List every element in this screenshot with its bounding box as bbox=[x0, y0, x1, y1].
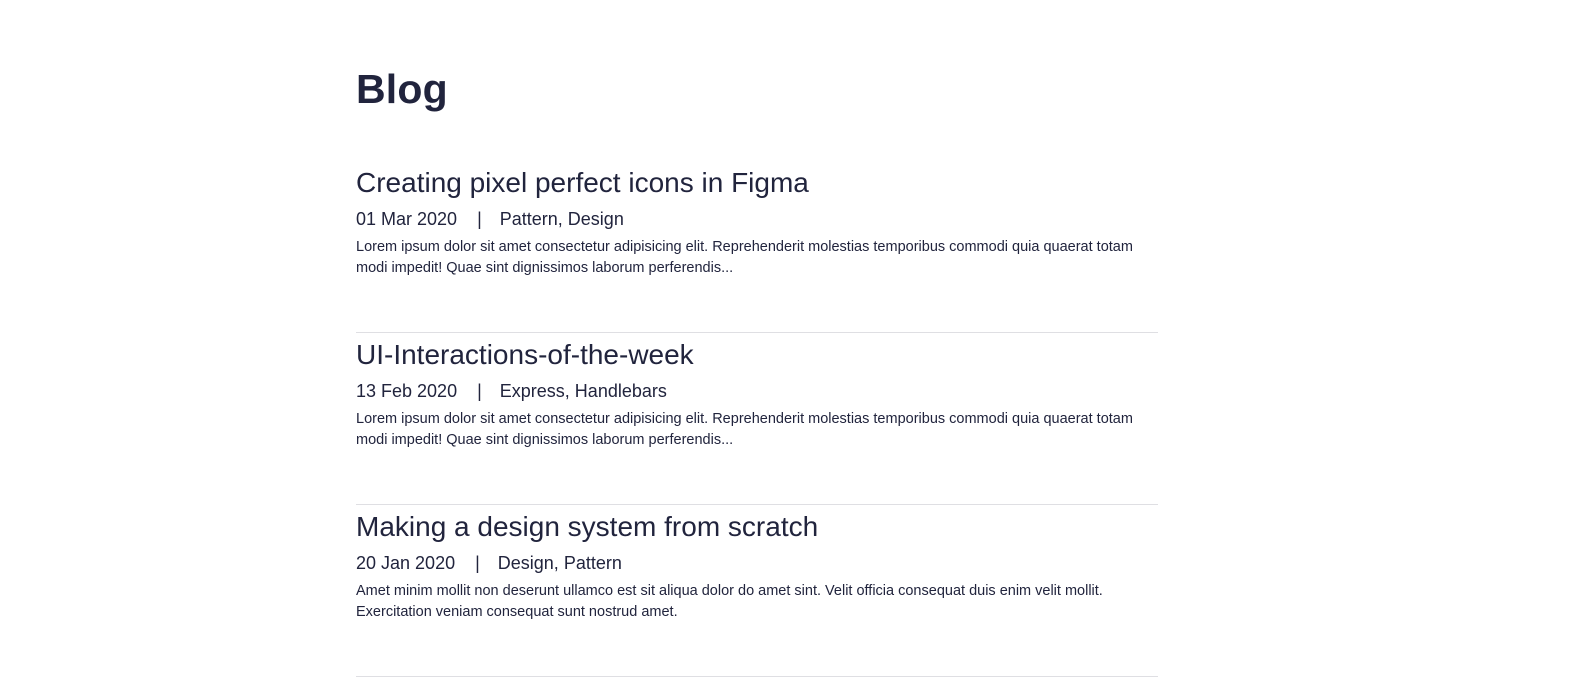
post-tags: Pattern, Design bbox=[499, 209, 624, 229]
post-list: Creating pixel perfect icons in Figma 01… bbox=[356, 162, 1158, 677]
post-title-link[interactable]: Making a design system from scratch bbox=[356, 509, 818, 545]
page-title: Blog bbox=[356, 66, 448, 112]
post-title-link[interactable]: UI-Interactions-of-the-week bbox=[356, 337, 694, 373]
post-meta: 20 Jan 2020 | Design, Pattern bbox=[356, 551, 622, 575]
post-item: UI-Interactions-of-the-week 13 Feb 2020 |… bbox=[356, 334, 1158, 505]
meta-separator: | bbox=[477, 209, 482, 229]
post-date: 20 Jan 2020 bbox=[356, 553, 456, 573]
post-tags: Express, Handlebars bbox=[499, 381, 667, 401]
post-date: 01 Mar 2020 bbox=[356, 209, 458, 229]
post-meta: 13 Feb 2020 | Express, Handlebars bbox=[356, 379, 667, 403]
meta-separator: | bbox=[477, 381, 482, 401]
post-item: Creating pixel perfect icons in Figma 01… bbox=[356, 162, 1158, 333]
post-excerpt: Lorem ipsum dolor sit amet consectetur a… bbox=[356, 411, 1133, 448]
post-excerpt: Lorem ipsum dolor sit amet consectetur a… bbox=[356, 239, 1133, 276]
post-excerpt: Amet minim mollit non deserunt ullamco e… bbox=[356, 583, 1103, 620]
meta-separator: | bbox=[475, 553, 480, 573]
post-meta: 01 Mar 2020 | Pattern, Design bbox=[356, 207, 624, 231]
post-date: 13 Feb 2020 bbox=[356, 381, 458, 401]
post-tags: Design, Pattern bbox=[497, 553, 622, 573]
post-title-link[interactable]: Creating pixel perfect icons in Figma bbox=[356, 165, 809, 201]
post-item: Making a design system from scratch 20 J… bbox=[356, 506, 1158, 677]
blog-section: Blog Creating pixel perfect icons in Fig… bbox=[356, 62, 1158, 677]
